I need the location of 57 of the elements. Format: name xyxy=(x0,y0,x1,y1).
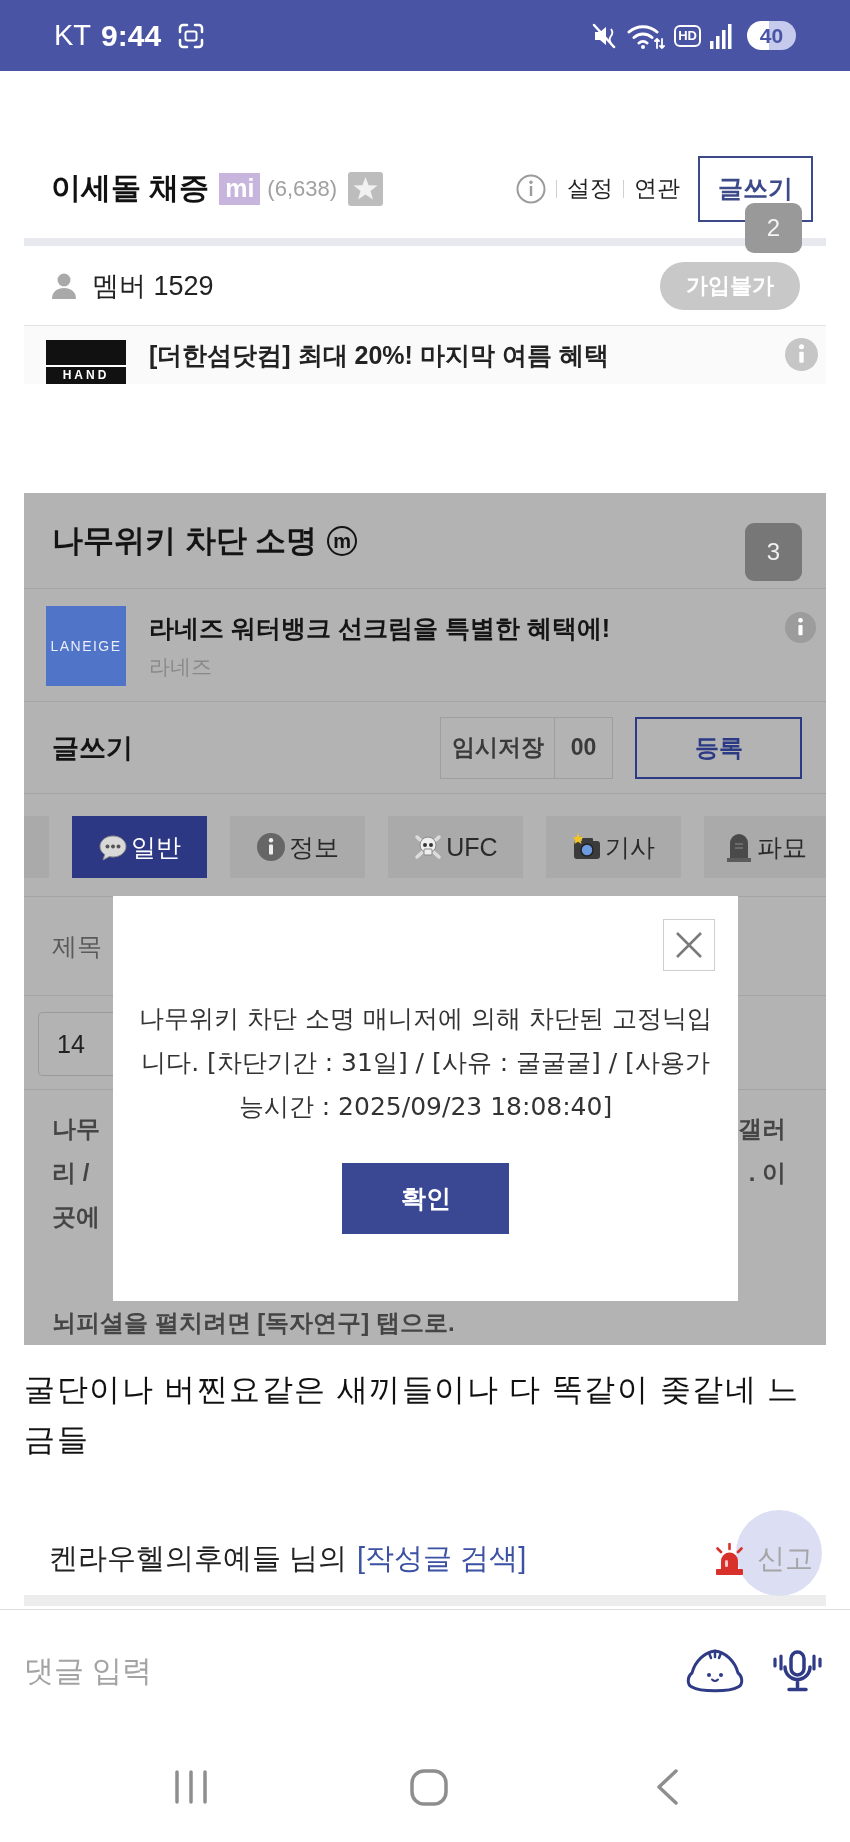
ad-headline[interactable]: [더한섬닷컴] 최대 20%! 마지막 여름 혜택 xyxy=(149,339,609,371)
member-count: 멤버 1529 xyxy=(92,269,214,303)
signal-icon xyxy=(710,22,732,49)
category-tab[interactable]: 일반 xyxy=(72,816,207,878)
draft-button[interactable]: 임시저장 xyxy=(440,716,555,779)
category-tab[interactable]: 기사 xyxy=(546,816,681,878)
skull-crossbones-icon xyxy=(413,832,444,862)
level-badge: mi xyxy=(219,172,261,205)
subject-label: 제목 xyxy=(52,930,102,962)
confirm-button[interactable]: 확인 xyxy=(342,1163,509,1234)
speech-bubble-icon xyxy=(98,832,128,862)
close-button[interactable] xyxy=(663,919,715,971)
body-text: 나무 xyxy=(52,1114,100,1144)
body-text: 리 / xyxy=(52,1158,90,1188)
close-icon xyxy=(675,931,703,959)
submit-button[interactable]: 등록 xyxy=(635,716,802,779)
dialog-message: 나무위키 차단 소명 매니저에 의해 차단된 고정닉입니다. [차단기간 : 31일] / [사유 : 굴굴굴] / [사용가능시간 : 2025/09/23 18:08:40] xyxy=(138,1003,713,1123)
hd-indicator: HD xyxy=(674,24,701,47)
carrier-name: KT xyxy=(54,19,92,52)
ad-headline[interactable]: 라네즈 워터뱅크 선크림을 특별한 혜택에! xyxy=(149,612,611,645)
compose-heading: 글쓰기 xyxy=(52,731,133,765)
recent-apps-icon[interactable] xyxy=(173,1770,209,1804)
header-link[interactable]: 설정 xyxy=(567,173,613,204)
info-icon[interactable] xyxy=(785,612,816,643)
info-icon[interactable] xyxy=(785,338,818,371)
back-icon[interactable] xyxy=(655,1769,679,1805)
siren-icon xyxy=(714,1543,745,1575)
comment-input[interactable]: 댓글 입력 xyxy=(24,1646,658,1696)
cafe-title: 이세돌 채증 xyxy=(51,170,210,206)
person-icon xyxy=(52,272,76,299)
count-label: (6,638) xyxy=(267,175,338,202)
info-icon[interactable] xyxy=(516,173,546,204)
number-badge: 3 xyxy=(745,523,802,581)
draft-count: 00 xyxy=(555,716,613,779)
body-text: 뇌피셜을 펼치려면 [독자연구] 탭으로. xyxy=(52,1308,456,1338)
board-badge: m xyxy=(327,525,358,556)
post-body: 굴단이나 버찐요같은 새끼들이나 다 똑같이 좆같네 느금들 xyxy=(24,1371,801,1459)
screenshot-icon xyxy=(177,21,206,50)
author-label: 켄라우헬의후예들 님의 xyxy=(49,1541,348,1576)
battery-indicator: 40 xyxy=(747,21,796,50)
microphone-icon[interactable] xyxy=(772,1650,823,1692)
home-icon[interactable] xyxy=(410,1768,448,1806)
search-link[interactable]: [작성글 검색] xyxy=(357,1539,527,1579)
clock: 9:44 xyxy=(101,18,162,53)
header-link[interactable]: 연관 xyxy=(634,173,680,204)
board-title: 나무위키 차단 소명 xyxy=(52,521,318,560)
body-text: 곳에 xyxy=(52,1202,100,1232)
category-tab[interactable]: 파묘 xyxy=(704,816,826,878)
body-text: . 이 xyxy=(748,1158,786,1188)
ad-logo: LANEIGE xyxy=(46,606,126,686)
ad-logo: HAND xyxy=(46,340,126,384)
body-text: 갤러 xyxy=(738,1114,786,1144)
category-tab[interactable]: UFC xyxy=(388,816,523,878)
info-icon xyxy=(256,832,286,862)
category-tab[interactable]: 정보 xyxy=(230,816,365,878)
number-badge: 2 xyxy=(745,202,802,253)
camera-icon xyxy=(572,832,602,862)
